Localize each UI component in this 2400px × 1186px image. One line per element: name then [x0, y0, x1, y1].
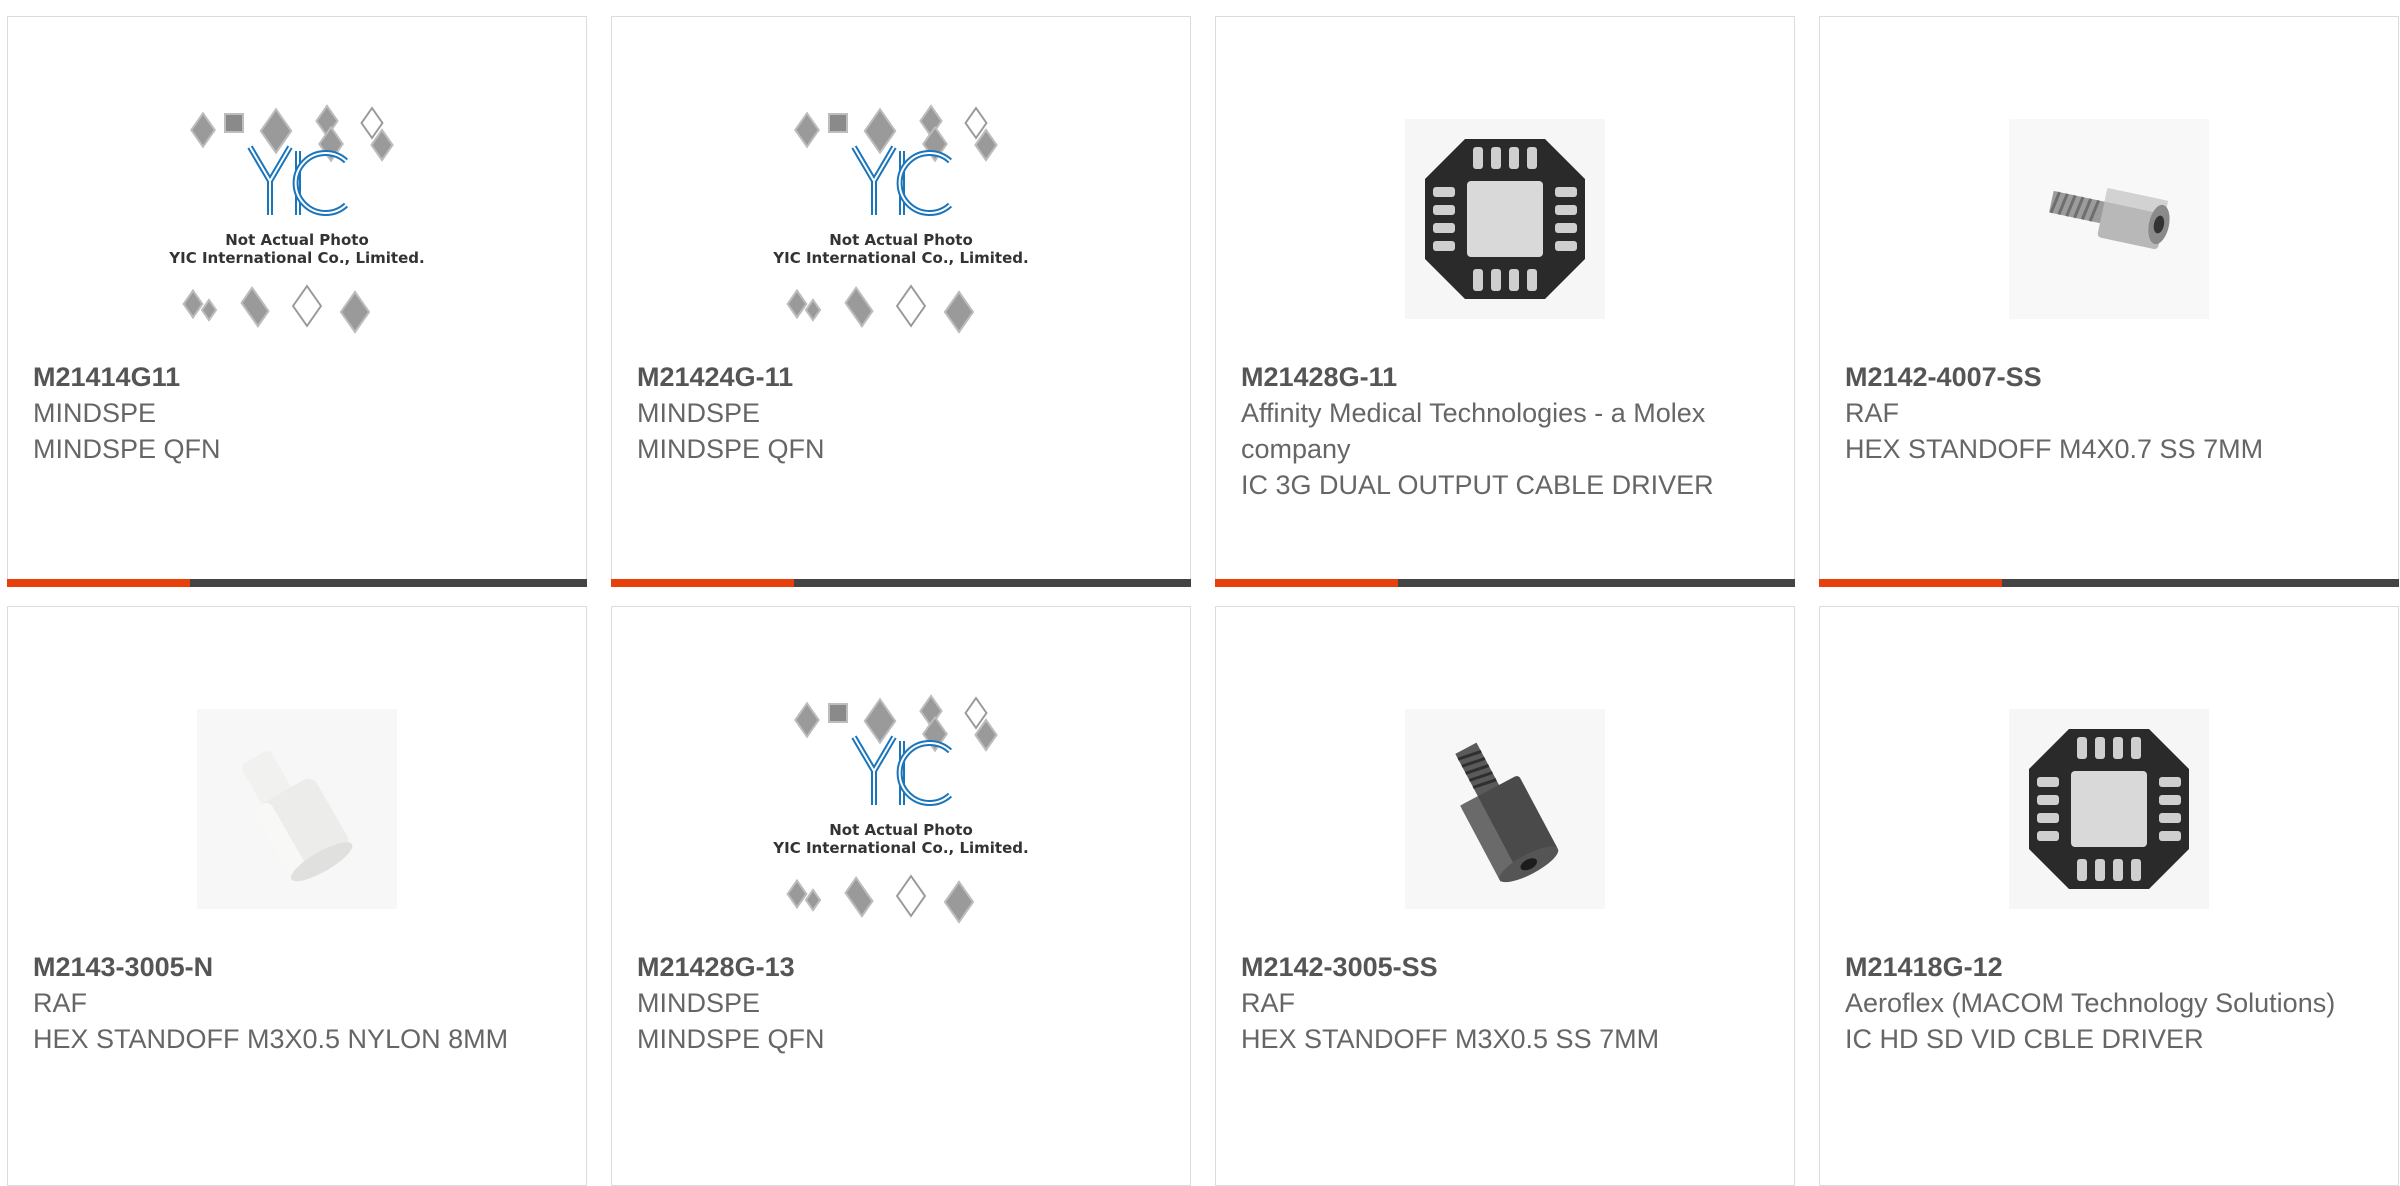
product-info: M2142-3005-SS RAF HEX STANDOFF M3X0.5 SS… — [1241, 949, 1764, 1057]
description: HEX STANDOFF M3X0.5 SS 7MM — [1241, 1024, 1660, 1054]
manufacturer: MINDSPE — [637, 988, 761, 1018]
manufacturer: Aeroflex (MACOM Technology Solutions) — [1845, 988, 2336, 1018]
product-info: M21428G-11 Affinity Medical Technologies… — [1241, 359, 1764, 503]
part-number-link[interactable]: M21414G11 — [33, 359, 556, 395]
product-grid: Not Actual Photo YIC International Co., … — [0, 0, 2400, 1186]
placeholder-company: YIC International Co., Limited. — [169, 249, 425, 267]
part-number-link[interactable]: M21428G-13 — [637, 949, 1160, 985]
placeholder-company: YIC International Co., Limited. — [773, 839, 1029, 857]
placeholder-image: Not Actual Photo YIC International Co., … — [766, 689, 1036, 929]
product-card[interactable]: Not Actual Photo YIC International Co., … — [611, 16, 1191, 587]
product-card[interactable]: M2143-3005-N RAF HEX STANDOFF M3X0.5 NYL… — [7, 606, 587, 1186]
placeholder-caption: Not Actual Photo — [829, 821, 973, 839]
manufacturer: MINDSPE — [33, 398, 157, 428]
steel-standoff-image — [2009, 119, 2209, 319]
card-accent-bar — [1819, 579, 2399, 587]
nylon-standoff-image — [197, 709, 397, 909]
description: MINDSPE QFN — [637, 434, 825, 464]
product-info: M21428G-13 MINDSPE MINDSPE QFN — [637, 949, 1160, 1057]
product-thumbnail[interactable]: Not Actual Photo YIC International Co., … — [612, 677, 1190, 941]
description: HEX STANDOFF M3X0.5 NYLON 8MM — [33, 1024, 509, 1054]
part-number-link[interactable]: M21428G-11 — [1241, 359, 1764, 395]
description: MINDSPE QFN — [33, 434, 221, 464]
description: HEX STANDOFF M4X0.7 SS 7MM — [1845, 434, 2264, 464]
placeholder-image: Not Actual Photo YIC International Co., … — [162, 99, 432, 339]
qfn-chip-image — [2009, 709, 2209, 909]
card-accent-bar — [1215, 579, 1795, 587]
card-accent-bar — [611, 579, 1191, 587]
manufacturer: Affinity Medical Technologies - a Molex … — [1241, 398, 1706, 464]
product-thumbnail[interactable] — [8, 677, 586, 941]
product-card[interactable]: M2142-4007-SS RAF HEX STANDOFF M4X0.7 SS… — [1819, 16, 2399, 587]
product-card[interactable]: M2142-3005-SS RAF HEX STANDOFF M3X0.5 SS… — [1215, 606, 1795, 1186]
qfn-chip-image — [1405, 119, 1605, 319]
placeholder-image: Not Actual Photo YIC International Co., … — [766, 99, 1036, 339]
product-info: M2143-3005-N RAF HEX STANDOFF M3X0.5 NYL… — [33, 949, 556, 1057]
placeholder-caption: Not Actual Photo — [829, 231, 973, 249]
product-thumbnail[interactable] — [1216, 677, 1794, 941]
description: MINDSPE QFN — [637, 1024, 825, 1054]
manufacturer: MINDSPE — [637, 398, 761, 428]
product-thumbnail[interactable] — [1216, 87, 1794, 351]
product-info: M21424G-11 MINDSPE MINDSPE QFN — [637, 359, 1160, 467]
product-thumbnail[interactable]: Not Actual Photo YIC International Co., … — [8, 87, 586, 351]
manufacturer: RAF — [1241, 988, 1295, 1018]
product-info: M2142-4007-SS RAF HEX STANDOFF M4X0.7 SS… — [1845, 359, 2368, 467]
yic-logo-icon — [247, 145, 349, 216]
part-number-link[interactable]: M21424G-11 — [637, 359, 1160, 395]
part-number-link[interactable]: M21418G-12 — [1845, 949, 2368, 985]
dark-standoff-image — [1405, 709, 1605, 909]
part-number-link[interactable]: M2143-3005-N — [33, 949, 556, 985]
description: IC 3G DUAL OUTPUT CABLE DRIVER — [1241, 470, 1714, 500]
product-info: M21418G-12 Aeroflex (MACOM Technology So… — [1845, 949, 2368, 1057]
yic-logo-icon — [851, 145, 953, 216]
product-card[interactable]: Not Actual Photo YIC International Co., … — [611, 606, 1191, 1186]
manufacturer: RAF — [33, 988, 87, 1018]
product-card[interactable]: Not Actual Photo YIC International Co., … — [7, 16, 587, 587]
product-thumbnail[interactable] — [1820, 677, 2398, 941]
product-thumbnail[interactable]: Not Actual Photo YIC International Co., … — [612, 87, 1190, 351]
product-thumbnail[interactable] — [1820, 87, 2398, 351]
description: IC HD SD VID CBLE DRIVER — [1845, 1024, 2204, 1054]
placeholder-company: YIC International Co., Limited. — [773, 249, 1029, 267]
card-accent-bar — [7, 579, 587, 587]
product-info: M21414G11 MINDSPE MINDSPE QFN — [33, 359, 556, 467]
product-card[interactable]: M21428G-11 Affinity Medical Technologies… — [1215, 16, 1795, 587]
product-card[interactable]: M21418G-12 Aeroflex (MACOM Technology So… — [1819, 606, 2399, 1186]
part-number-link[interactable]: M2142-4007-SS — [1845, 359, 2368, 395]
yic-logo-icon — [851, 735, 953, 806]
placeholder-caption: Not Actual Photo — [225, 231, 369, 249]
part-number-link[interactable]: M2142-3005-SS — [1241, 949, 1764, 985]
manufacturer: RAF — [1845, 398, 1899, 428]
